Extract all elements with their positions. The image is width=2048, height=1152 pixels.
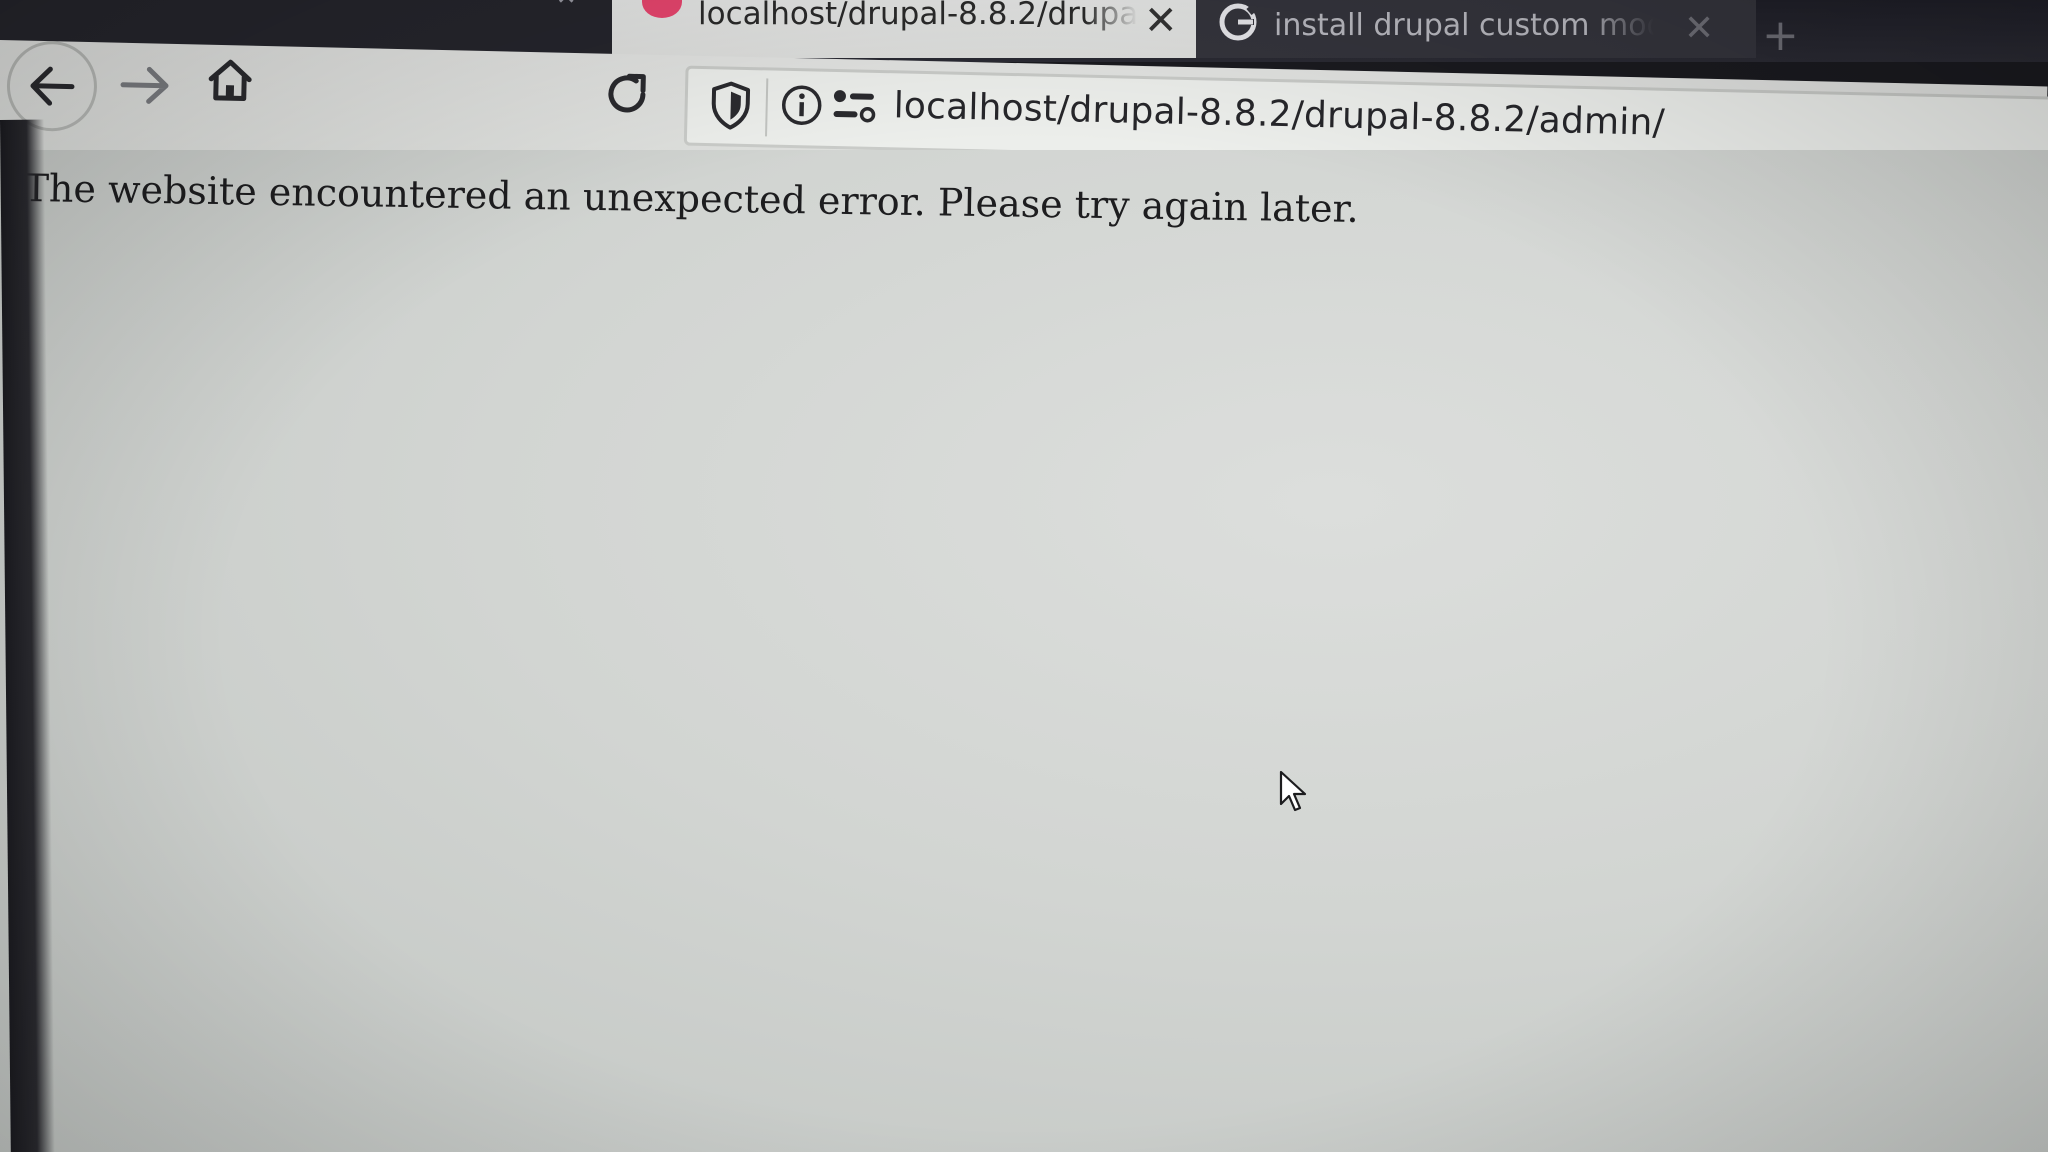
- forward-button[interactable]: [116, 57, 173, 114]
- address-bar-divider: [765, 78, 769, 137]
- page-content: The website encountered an unexpected er…: [0, 150, 2048, 1152]
- mouse-cursor-icon: [1279, 770, 1307, 812]
- close-icon[interactable]: ✕: [1684, 8, 1714, 49]
- reload-button[interactable]: [602, 70, 651, 119]
- tab-title: install drupal custom module: [1274, 8, 1654, 43]
- back-button[interactable]: [5, 40, 98, 133]
- close-icon[interactable]: ⌃: [552, 0, 581, 28]
- info-icon[interactable]: [779, 83, 824, 128]
- new-tab-button[interactable]: +: [1762, 14, 1799, 58]
- close-icon[interactable]: ✕: [1144, 0, 1178, 44]
- arrow-left-icon: [30, 66, 75, 106]
- url-text[interactable]: localhost/drupal-8.8.2/drupal-8.8.2/admi…: [893, 85, 1665, 143]
- tab-title: localhost/drupal-8.8.2/drupal-8: [698, 0, 1138, 32]
- permissions-icon[interactable]: [829, 84, 878, 129]
- browser-window: ⌃ localhost/drupal-8.8.2/drupal-8 ✕ inst…: [0, 0, 2048, 1152]
- drupal-favicon-icon: [642, 0, 682, 18]
- tab-active[interactable]: localhost/drupal-8.8.2/drupal-8 ✕: [612, 0, 1196, 58]
- tracking-protection-shield-icon[interactable]: [707, 79, 754, 132]
- tab-inactive[interactable]: install drupal custom module ✕: [1196, 0, 1756, 58]
- home-button[interactable]: [205, 55, 256, 106]
- google-icon: [1219, 2, 1258, 41]
- error-message: The website encountered an unexpected er…: [23, 166, 1360, 231]
